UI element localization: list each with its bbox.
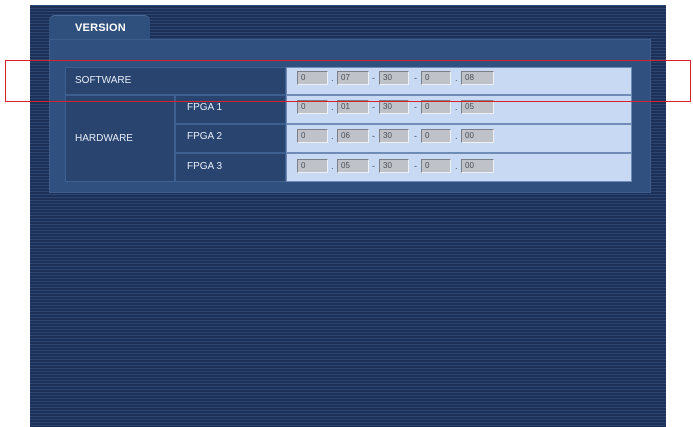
fpga3-version-separator: . bbox=[455, 161, 458, 171]
fpga2-version-separator: . bbox=[455, 131, 458, 141]
hardware-label: HARDWARE bbox=[75, 133, 133, 144]
fpga2-version-build-field[interactable]: 30 bbox=[379, 129, 409, 143]
fpga3-version-minor-field[interactable]: 05 bbox=[337, 159, 369, 173]
fpga1-version-separator: - bbox=[414, 102, 417, 112]
fpga1-version-patch-field[interactable]: 05 bbox=[461, 100, 494, 114]
fpga2-version-major-field[interactable]: 0 bbox=[297, 129, 328, 143]
fpga1-version-separator: . bbox=[331, 102, 334, 112]
fpga2-version-revision-field[interactable]: 0 bbox=[421, 129, 451, 143]
fpga3-version-separator: - bbox=[414, 161, 417, 171]
fpga3-version-separator: . bbox=[331, 161, 334, 171]
fpga1-version-separator: . bbox=[455, 102, 458, 112]
fpga2-version-separator: - bbox=[372, 131, 375, 141]
tab-version-label: VERSION bbox=[75, 22, 126, 34]
fpga1-version-major-field[interactable]: 0 bbox=[297, 100, 328, 114]
fpga1-label: FPGA 1 bbox=[187, 102, 223, 113]
fpga1-version-revision-field[interactable]: 0 bbox=[421, 100, 451, 114]
fpga2-version-separator: - bbox=[414, 131, 417, 141]
fpga2-version-patch-field[interactable]: 00 bbox=[461, 129, 494, 143]
fpga2-label: FPGA 2 bbox=[187, 131, 223, 142]
software-row-highlight bbox=[5, 60, 691, 102]
fpga3-label: FPGA 3 bbox=[187, 161, 223, 172]
fpga1-version-minor-field[interactable]: 01 bbox=[337, 100, 369, 114]
fpga3-version-revision-field[interactable]: 0 bbox=[421, 159, 451, 173]
fpga3-version-major-field[interactable]: 0 bbox=[297, 159, 328, 173]
fpga3-version-build-field[interactable]: 30 bbox=[379, 159, 409, 173]
fpga3-version-separator: - bbox=[372, 161, 375, 171]
fpga2-version-minor-field[interactable]: 06 bbox=[337, 129, 369, 143]
fpga3-version-patch-field[interactable]: 00 bbox=[461, 159, 494, 173]
fpga1-version-build-field[interactable]: 30 bbox=[379, 100, 409, 114]
fpga2-version-separator: . bbox=[331, 131, 334, 141]
fpga1-version-separator: - bbox=[372, 102, 375, 112]
